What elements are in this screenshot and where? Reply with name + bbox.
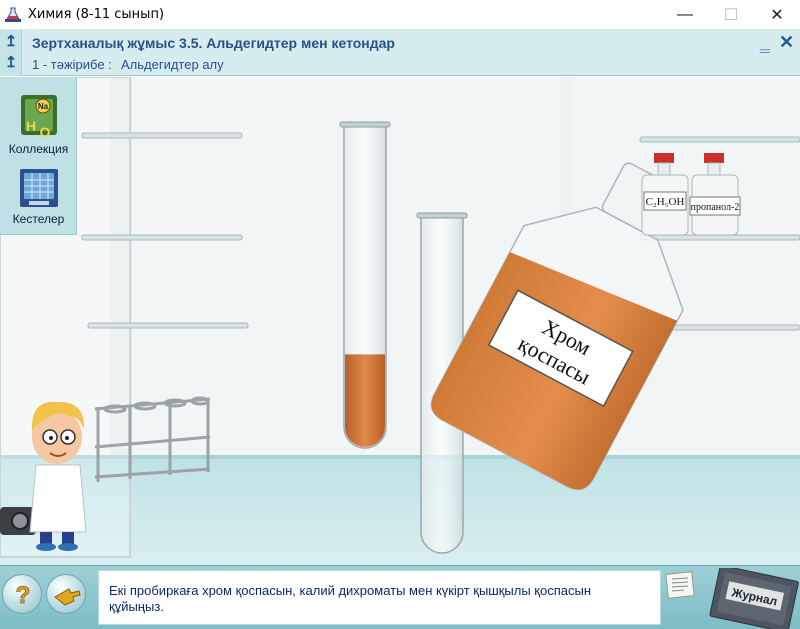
app-flask-icon (5, 7, 21, 22)
nav-up-icon: ↥ (4, 33, 18, 50)
test-tube-1[interactable] (339, 121, 391, 449)
experiment-number: 1 - тәжірибе : (32, 57, 112, 72)
svg-text:?: ? (16, 582, 31, 609)
lesson-header: ↥ ↥ Зертханалық жұмыс 3.5. Альдегидтер м… (0, 30, 800, 76)
app-window: Химия (8-11 сынып) — ☐ ✕ ↥ ↥ Зертханалық… (0, 0, 800, 629)
instruction-text: Екі пробиркаға хром қоспасын, калий дихр… (109, 583, 592, 614)
nav-down-icon: ↥ (4, 54, 18, 71)
journal-button[interactable]: Журнал (700, 568, 800, 629)
help-button[interactable]: ? (2, 574, 42, 614)
sidebar-item-tables[interactable]: Кестелер (0, 165, 77, 226)
nav-up-button[interactable]: ↥ (3, 33, 19, 51)
maximize-button[interactable]: ☐ (708, 0, 754, 30)
instruction-message: Екі пробиркаға хром қоспасын, калий дихр… (98, 570, 661, 625)
sidebar-item-label: Коллекция (8, 142, 69, 156)
header-nav: ↥ ↥ (0, 30, 22, 76)
nav-down-button[interactable]: ↥ (3, 54, 19, 72)
close-icon: ✕ (770, 7, 784, 24)
tables-icon (19, 169, 58, 207)
sidebar-item-label: Кестелер (12, 212, 65, 226)
svg-text:O: O (39, 124, 50, 140)
reagent-label-ethanol: C₂H₅OH (646, 196, 685, 208)
lab-scene: Хром қоспасы C₂H₅OH пропанол-2 (0, 77, 800, 565)
scientist-mascot-icon (29, 401, 87, 551)
svg-text:H: H (25, 118, 35, 134)
bottom-bar: ? Екі пробиркаға хром қоспасын, калий ди… (0, 565, 800, 629)
pointing-hand-icon (54, 588, 81, 606)
collection-icon: Na H O (20, 95, 57, 140)
sidebar-item-collection[interactable]: Na H O Коллекция (0, 91, 77, 156)
svg-text:Na: Na (37, 102, 48, 111)
notes-icon[interactable] (664, 570, 698, 600)
lesson-minimize-button[interactable]: ‗ (760, 32, 770, 53)
experiment-name: Альдегидтер алу (121, 57, 224, 72)
maximize-icon: ☐ (723, 7, 739, 24)
lesson-title: Зертханалық жұмыс 3.5. Альдегидтер мен к… (32, 35, 395, 51)
minimize-button[interactable]: — (662, 0, 708, 30)
title-bar: Химия (8-11 сынып) — ☐ ✕ (0, 0, 800, 30)
close-button[interactable]: ✕ (754, 0, 800, 30)
minimize-icon: — (677, 6, 693, 23)
tools-panel: Na H O Коллекция Кестелер (0, 77, 77, 235)
help-icon: ? (15, 582, 31, 610)
lesson-close-button[interactable]: ✕ (779, 32, 794, 53)
reagent-label-propanol: пропанол-2 (691, 202, 740, 213)
pointer-tool-button[interactable] (46, 574, 86, 614)
window-title: Химия (8-11 сынып) (28, 7, 165, 22)
